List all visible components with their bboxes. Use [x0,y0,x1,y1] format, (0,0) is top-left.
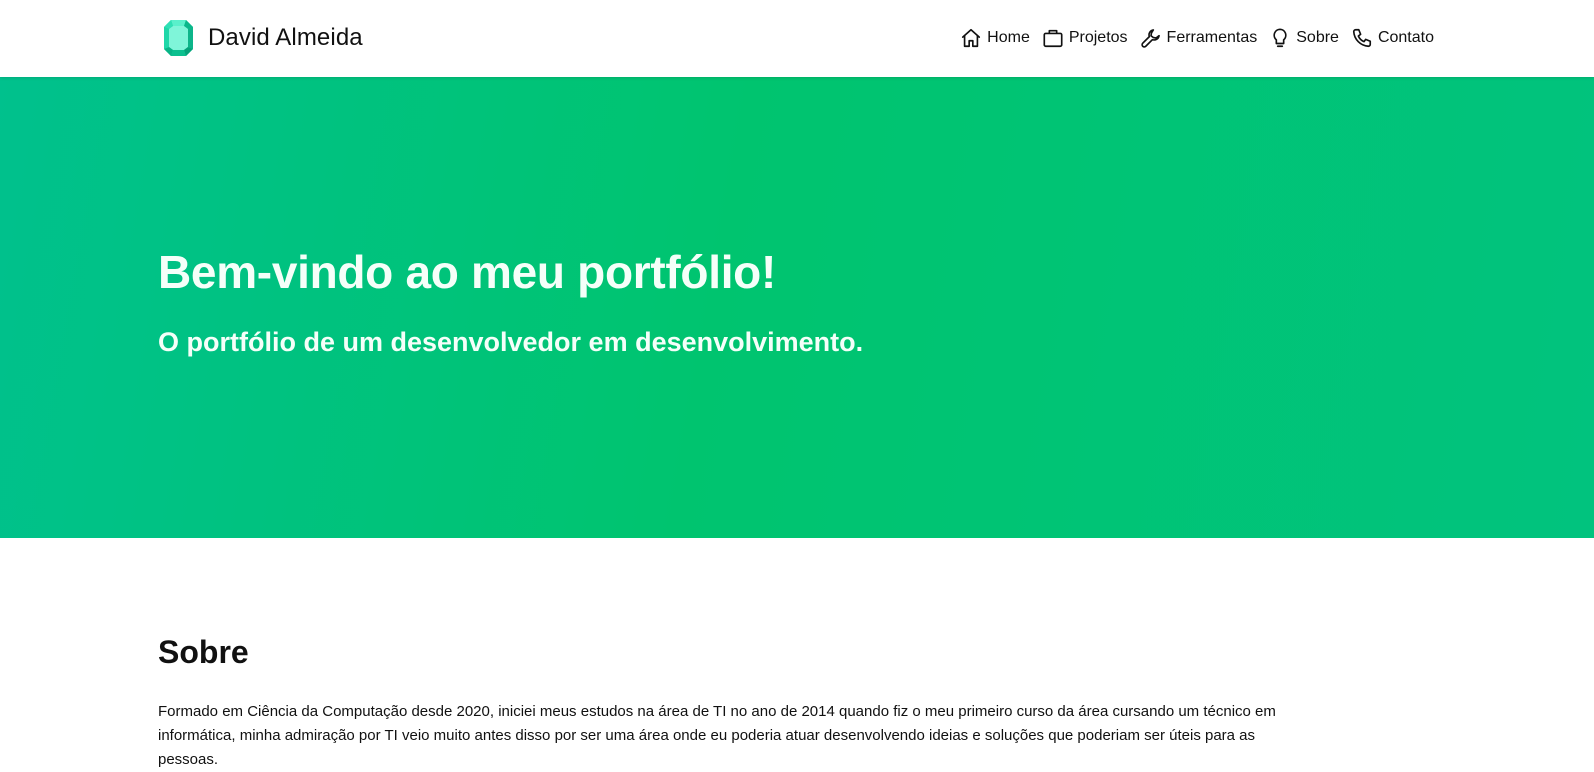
about-title: Sobre [158,634,249,670]
nav-label-projetos: Projetos [1068,29,1128,46]
nav-label-sobre: Sobre [1296,29,1339,46]
hero-title: Bem-vindo ao meu portfólio! [158,246,776,298]
nav-label-contato: Contato [1377,29,1434,46]
nav-item-home[interactable]: Home [959,26,1030,50]
nav-label-home: Home [987,29,1030,46]
nav-label-ferramentas: Ferramentas [1166,29,1258,46]
about-text: Formado em Ciência da Computação desde 2… [158,703,1276,768]
phone-icon [1350,26,1374,50]
briefcase-icon [1041,26,1065,50]
emerald-gem-icon [164,20,193,56]
main-nav: Home Projetos Ferramentas Sobre Contato [959,24,1434,52]
home-icon [959,26,983,50]
nav-item-sobre[interactable]: Sobre [1268,26,1339,50]
nav-item-contato[interactable]: Contato [1350,26,1434,50]
wrench-icon [1139,26,1163,50]
navbar: David Almeida Home Projetos Ferramentas … [0,0,1594,77]
brand-name: David Almeida [208,24,363,51]
nav-item-projetos[interactable]: Projetos [1041,26,1128,50]
hero-section: Bem-vindo ao meu portfólio! O portfólio … [0,77,1594,538]
lightbulb-icon [1268,26,1292,50]
about-section: Sobre Formado em Ciência da Computação d… [0,538,1594,768]
brand-link[interactable]: David Almeida [164,20,363,56]
hero-subtitle: O portfólio de um desenvolvedor em desen… [158,327,864,357]
nav-item-ferramentas[interactable]: Ferramentas [1139,26,1258,50]
